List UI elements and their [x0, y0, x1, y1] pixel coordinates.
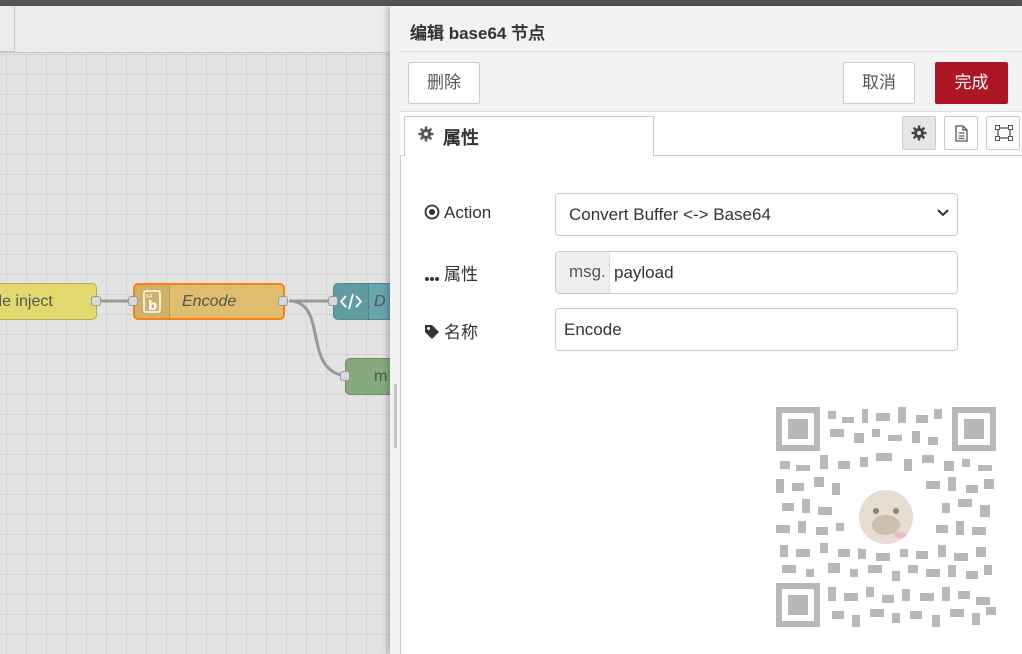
inject-node-label: ile inject: [0, 293, 53, 310]
debug-node[interactable]: m: [340, 358, 390, 395]
property-type-text: msg.: [569, 262, 606, 281]
dot-circle-icon: [424, 204, 440, 220]
property-label-text: 属性: [444, 265, 478, 284]
svg-text:b: b: [148, 299, 157, 314]
tray-tab-row: 属性: [400, 112, 1022, 157]
property-input-value[interactable]: payload: [614, 263, 674, 283]
tray-title: 编辑 base64 节点: [410, 24, 546, 43]
code-icon: [334, 284, 369, 319]
tray-header: 编辑 base64 节点: [400, 6, 1022, 52]
gear-icon: [911, 125, 927, 141]
debug-node-label: m: [374, 368, 388, 385]
property-typed-input[interactable]: msg. payload: [555, 251, 958, 294]
base64-icon: 64 b: [135, 285, 170, 318]
resize-grip[interactable]: [394, 384, 397, 448]
json-input-port[interactable]: [328, 296, 338, 306]
gear-icon: [418, 126, 434, 142]
action-select[interactable]: Convert Buffer <-> Base64: [555, 193, 958, 236]
property-type-selector[interactable]: msg.: [556, 252, 610, 293]
json-node-label: D: [374, 293, 386, 310]
node-settings-button[interactable]: [902, 116, 936, 150]
name-input-value[interactable]: Encode: [564, 320, 622, 340]
node-description-button[interactable]: [944, 116, 978, 150]
document-icon: [955, 125, 968, 142]
ellipsis-icon: [425, 277, 439, 281]
tab-properties[interactable]: 属性: [404, 116, 654, 157]
delete-button[interactable]: 删除: [408, 62, 480, 104]
encode-output-port[interactable]: [278, 296, 288, 306]
property-label: 属性: [424, 260, 478, 285]
encode-node-label: Encode: [182, 293, 237, 310]
done-button[interactable]: 完成: [935, 62, 1008, 104]
flow-workspace[interactable]: ile inject 64 b Encode D m: [0, 6, 390, 654]
chevron-down-icon: [937, 209, 949, 217]
json-node[interactable]: D: [328, 283, 390, 320]
action-selected-value: Convert Buffer <-> Base64: [569, 205, 771, 224]
encode-node[interactable]: 64 b Encode: [128, 283, 288, 320]
encode-input-port[interactable]: [128, 296, 138, 306]
node-appearance-button[interactable]: [986, 116, 1020, 150]
name-input[interactable]: Encode: [555, 308, 958, 351]
inject-output-port[interactable]: [91, 296, 101, 306]
tab-properties-label: 属性: [443, 128, 479, 148]
debug-input-port[interactable]: [340, 371, 350, 381]
wires: [101, 299, 351, 378]
action-label-text: Action: [444, 203, 492, 222]
name-label: 名称: [424, 318, 478, 343]
frame-icon: [995, 125, 1013, 141]
cancel-button[interactable]: 取消: [843, 62, 915, 104]
inject-node[interactable]: ile inject: [0, 283, 101, 320]
action-label: Action: [424, 203, 491, 223]
tray-toolbar: 删除 取消 完成: [400, 52, 1022, 112]
name-label-text: 名称: [444, 323, 478, 342]
tag-icon: [425, 325, 439, 339]
qr-code-watermark: [776, 407, 996, 627]
qr-center-logo: [854, 485, 918, 549]
